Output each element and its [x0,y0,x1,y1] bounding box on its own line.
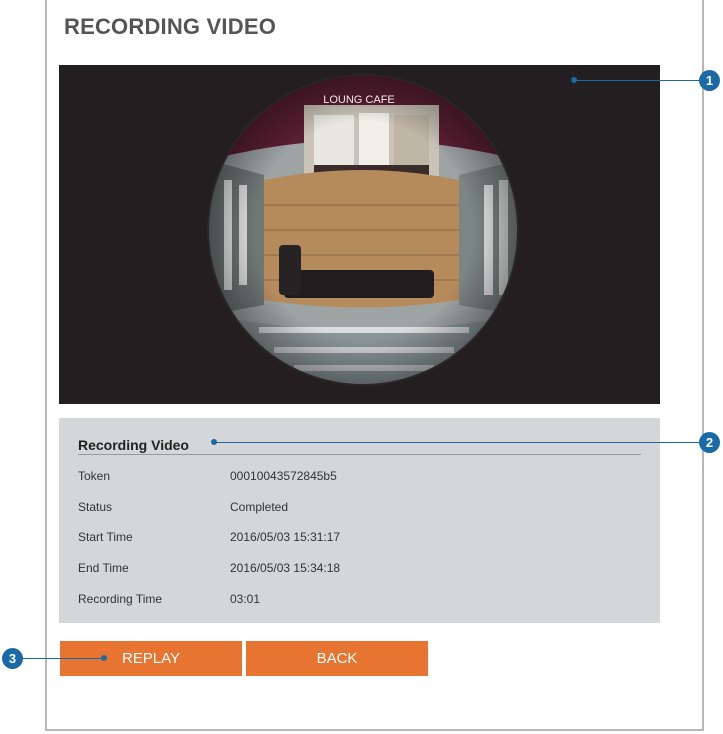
callout-1-badge: 1 [699,70,720,91]
video-overlay-sign: LOUNG CAFE [323,94,395,106]
info-row-token: Token 00010043572845b5 [78,469,638,487]
callout-3-line [22,658,102,659]
info-label: End Time [78,561,129,575]
info-value: 2016/05/03 15:34:18 [230,561,341,575]
fisheye-video-frame: LOUNG CAFE [207,74,519,386]
info-row-recording-time: Recording Time 03:01 [78,592,638,610]
info-label: Token [78,469,111,483]
video-player[interactable]: LOUNG CAFE [59,65,660,404]
page-title: RECORDING VIDEO [64,14,277,39]
info-row-start-time: Start Time 2016/05/03 15:31:17 [78,530,638,548]
info-value: Completed [230,500,289,514]
info-label: Start Time [78,530,133,544]
info-label: Status [78,500,113,514]
callout-2-line [216,442,700,443]
info-divider [78,454,641,455]
info-row-end-time: End Time 2016/05/03 15:34:18 [78,561,638,579]
info-value: 03:01 [230,592,261,606]
page: RECORDING VIDEO LOUNG CAFE Recording Vid… [0,0,723,734]
info-label: Recording Time [78,592,163,606]
info-value: 2016/05/03 15:31:17 [230,530,341,544]
callout-2-badge: 2 [699,432,720,453]
callout-3-badge: 3 [2,648,23,669]
recording-info-panel: Recording Video Token 00010043572845b5 S… [59,418,660,623]
info-value: 00010043572845b5 [230,469,337,483]
callout-3-dot [101,655,107,661]
back-button[interactable]: BACK [246,641,428,676]
callout-1-line [576,80,700,81]
info-row-status: Status Completed [78,500,638,518]
info-panel-title: Recording Video [78,437,189,453]
